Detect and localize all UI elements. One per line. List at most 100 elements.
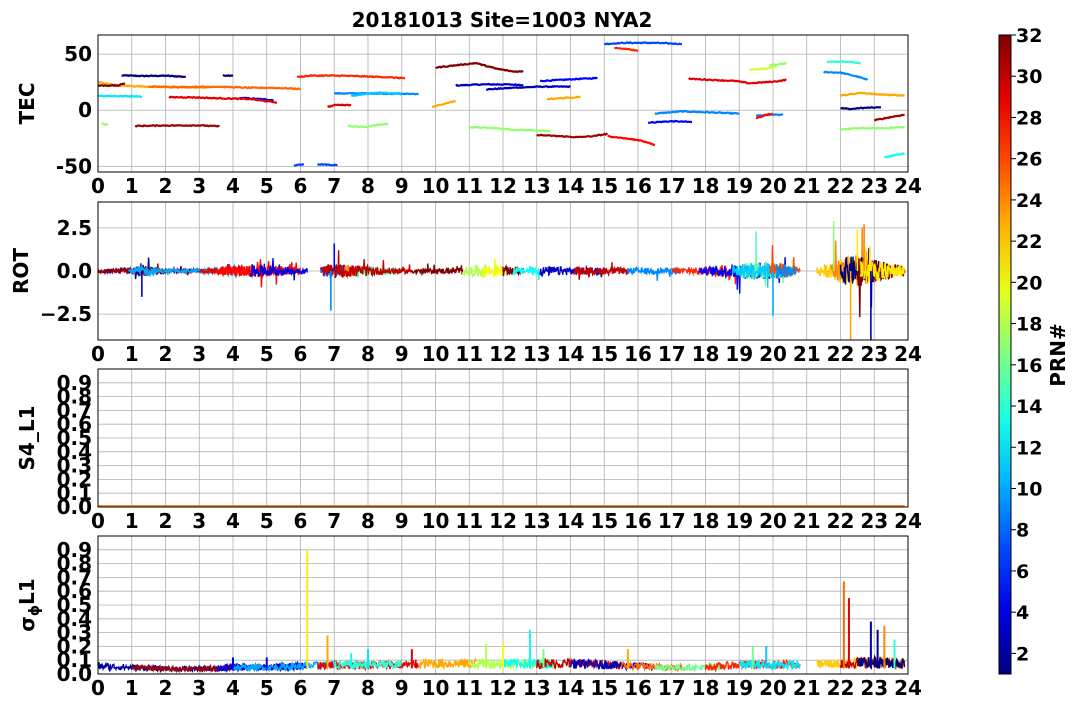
tec-series-prn-1: [840, 106, 882, 111]
x-tick-label: 2: [159, 676, 173, 700]
tec-series-prn-23: [839, 91, 905, 98]
x-tick-label: 13: [523, 676, 551, 700]
rot-series-prn-20: [482, 258, 504, 279]
x-tick-label: 12: [489, 676, 517, 700]
y-tick-label: -50: [56, 154, 92, 178]
x-tick-label: 21: [793, 676, 821, 700]
x-tick-label: 6: [294, 342, 308, 366]
tec-series-prn-25: [148, 85, 301, 91]
x-tick-label: 22: [827, 342, 855, 366]
tec-series-prn-19: [749, 65, 777, 71]
x-tick-label: 2: [159, 342, 173, 366]
x-tick-label: 24: [894, 509, 922, 533]
y-tick-label: 0.9: [57, 371, 92, 395]
x-tick-label: 18: [692, 676, 720, 700]
tec-series-prn-7: [293, 163, 305, 167]
colorbar-tick-label: 6: [1016, 561, 1029, 583]
x-tick-label: 20: [759, 676, 787, 700]
colorbar-tick-label: 4: [1016, 602, 1029, 624]
x-tick-label: 4: [226, 509, 240, 533]
colorbar-tick-label: 24: [1016, 190, 1042, 212]
x-tick-label: 13: [523, 342, 551, 366]
tec-series-prn-29: [327, 103, 352, 109]
x-tick-label: 6: [294, 174, 308, 198]
colorbar-tick-label: 32: [1016, 25, 1042, 47]
tec-series-prn-23: [546, 95, 581, 101]
figure-title: 20181013 Site=1003 NYA2: [352, 8, 653, 32]
colorbar-gradient: [998, 34, 1012, 675]
x-tick-label: 24: [894, 174, 922, 198]
x-tick-label: 19: [725, 342, 753, 366]
x-tick-label: 18: [692, 342, 720, 366]
x-tick-label: 3: [192, 509, 206, 533]
x-tick-label: 14: [557, 174, 585, 198]
tec-series-prn-3: [486, 85, 571, 91]
x-tick-label: 17: [658, 509, 686, 533]
x-tick-label: 2: [159, 509, 173, 533]
tec-series-prn-13: [884, 152, 905, 159]
x-tick-label: 7: [327, 342, 341, 366]
x-tick-label: 4: [226, 676, 240, 700]
tec-series-prn-5: [540, 76, 598, 83]
colorbar-tick-label: 2: [1016, 643, 1029, 665]
x-tick-label: 6: [294, 676, 308, 700]
x-tick-label: 14: [557, 509, 585, 533]
x-tick-label: 19: [725, 174, 753, 198]
y-tick-label: 0: [78, 98, 92, 122]
tec-series-prn-27: [614, 46, 639, 53]
x-tick-labels: 0 1 2 3 4 5 6 7 8 9 10 11 12 13 14 15 16 17 18 19 20 21 22 23 24: [91, 342, 922, 366]
x-tick-label: 1: [125, 342, 139, 366]
x-tick-label: 23: [860, 342, 888, 366]
x-tick-labels: 0 1 2 3 4 5 6 7 8 9 10 11 12 13 14 15 16 17 18 19 20 21 22 23 24: [91, 509, 922, 533]
x-tick-label: 16: [624, 174, 652, 198]
x-tick-label: 5: [260, 676, 274, 700]
x-tick-label: 0: [91, 676, 105, 700]
x-tick-label: 12: [489, 509, 517, 533]
y-tick-labels: 0.00.10.20.30.40.50.60.70.80.9: [57, 538, 92, 686]
x-tick-label: 14: [557, 676, 585, 700]
x-tick-label: 0: [91, 342, 105, 366]
grid: [97, 35, 909, 172]
x-tick-label: 18: [692, 509, 720, 533]
tec-series-prn-27: [296, 73, 406, 80]
colorbar-tick-label: 16: [1016, 355, 1042, 377]
x-tick-label: 17: [658, 174, 686, 198]
x-tick-label: 13: [523, 509, 551, 533]
tec-series-prn-29: [688, 77, 787, 85]
tec-series-prn-31: [134, 123, 220, 128]
x-tick-label: 8: [361, 342, 375, 366]
rot-panel: 0 1 2 3 4 5 6 7 8 9 10 11 12 13 14 15 16 17 18 19 20 21 22 23 24…: [9, 201, 922, 366]
x-tick-label: 11: [455, 676, 483, 700]
x-tick-label: 10: [422, 342, 450, 366]
x-tick-label: 4: [226, 342, 240, 366]
x-tick-label: 11: [455, 342, 483, 366]
x-tick-label: 18: [692, 174, 720, 198]
y-tick-label: 2.5: [57, 216, 92, 240]
x-tick-label: 12: [489, 174, 517, 198]
x-tick-label: 19: [725, 676, 753, 700]
y-tick-label: −2.5: [40, 302, 92, 326]
x-tick-label: 22: [827, 676, 855, 700]
x-tick-label: 16: [624, 676, 652, 700]
tec-series-prn-7: [317, 162, 338, 167]
x-tick-label: 23: [860, 509, 888, 533]
colorbar-tick-label: 20: [1016, 272, 1042, 294]
sigma-phi-panel: 0 1 2 3 4 5 6 7 8 9 10 11 12 13 14 15 16 17 18 19 20 21 22 23 24…: [15, 535, 922, 700]
x-tick-label: 15: [590, 676, 618, 700]
data-area: [98, 549, 906, 674]
tec-series-prn-9: [654, 109, 740, 116]
x-tick-label: 1: [125, 509, 139, 533]
tec-series-prn-28: [607, 134, 656, 147]
x-tick-label: 3: [192, 676, 206, 700]
tec-series-prn-17: [839, 125, 905, 131]
x-tick-label: 19: [725, 509, 753, 533]
x-tick-label: 20: [759, 174, 787, 198]
x-tick-label: 15: [590, 509, 618, 533]
x-tick-label: 21: [793, 342, 821, 366]
colorbar-tick-label: 22: [1016, 231, 1042, 253]
x-tick-label: 17: [658, 342, 686, 366]
x-tick-label: 6: [294, 509, 308, 533]
x-tick-label: 24: [894, 676, 922, 700]
x-tick-label: 0: [91, 509, 105, 533]
x-tick-label: 5: [260, 342, 274, 366]
